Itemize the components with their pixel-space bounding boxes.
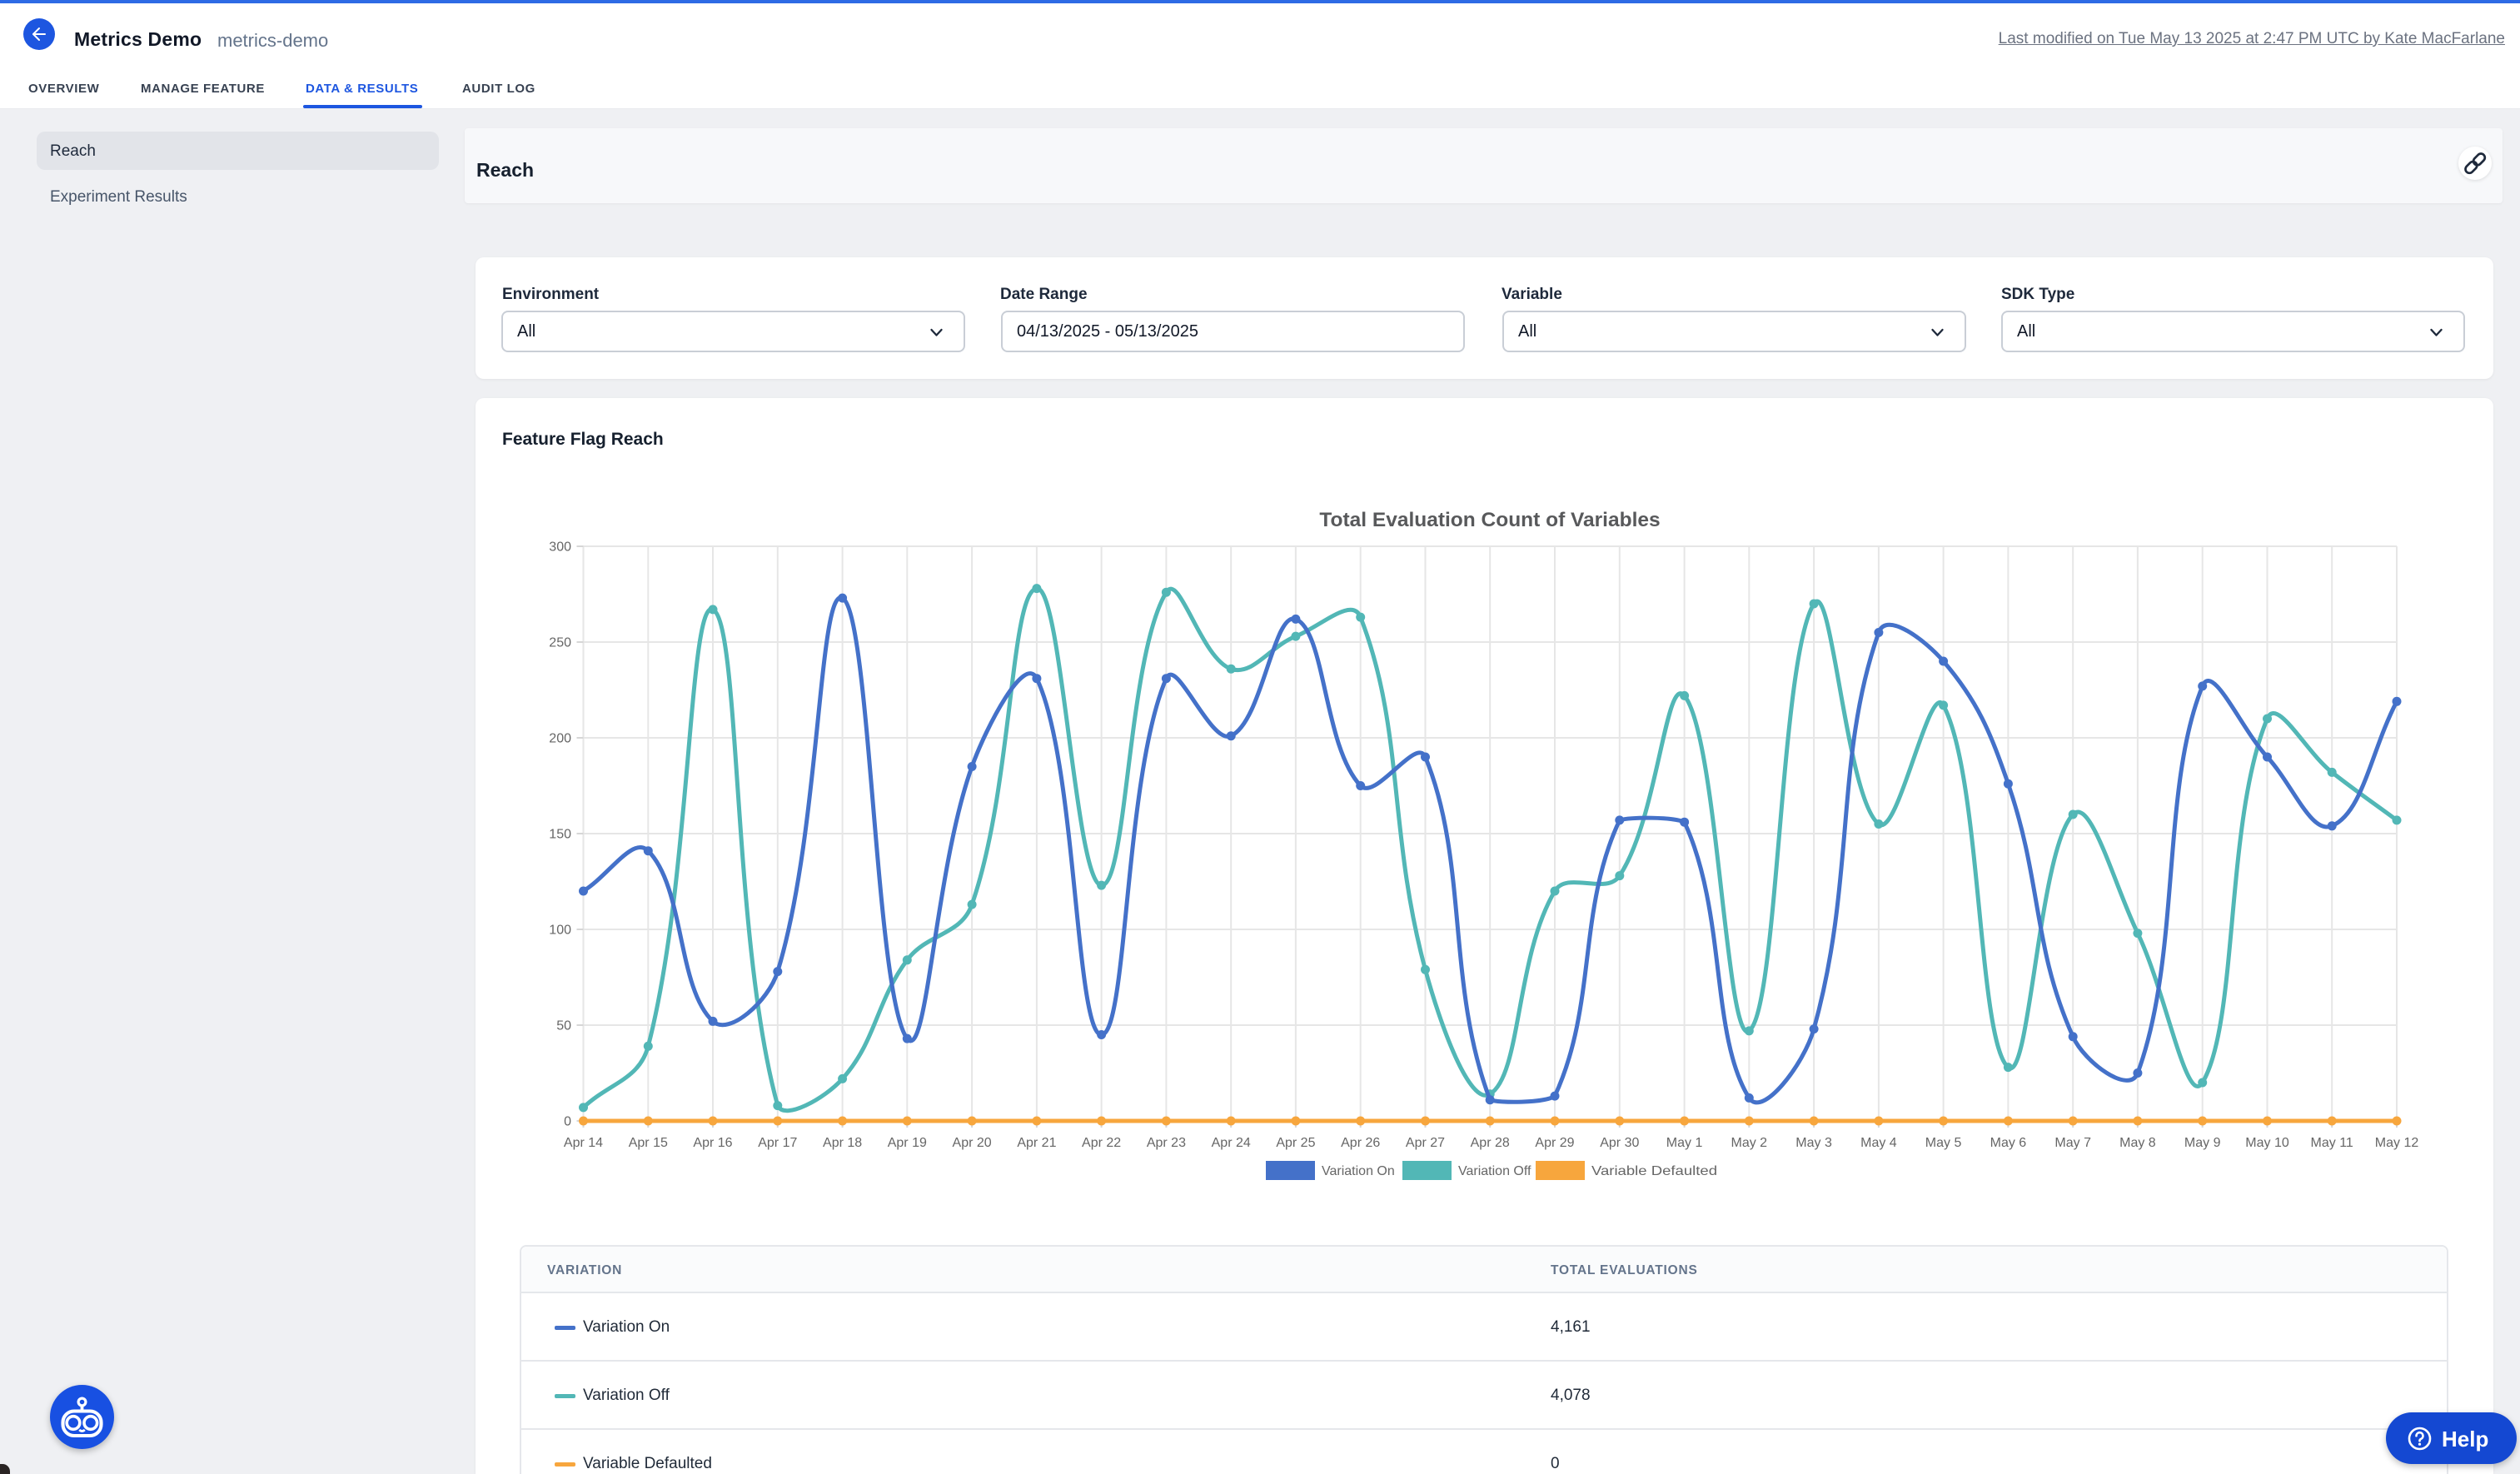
svg-text:May 4: May 4 <box>1860 1136 1897 1150</box>
svg-text:Variation Off: Variation Off <box>1458 1164 1531 1178</box>
svg-text:Apr 21: Apr 21 <box>1017 1136 1056 1150</box>
svg-text:Apr 14: Apr 14 <box>564 1136 603 1150</box>
svg-text:Apr 29: Apr 29 <box>1535 1136 1574 1150</box>
svg-text:50: 50 <box>556 1019 571 1033</box>
svg-text:Apr 17: Apr 17 <box>758 1136 797 1150</box>
svg-text:200: 200 <box>549 732 571 746</box>
svg-text:Apr 16: Apr 16 <box>693 1136 732 1150</box>
svg-text:Apr 18: Apr 18 <box>823 1136 862 1150</box>
svg-text:May 5: May 5 <box>1925 1136 1962 1150</box>
svg-text:250: 250 <box>549 636 571 650</box>
svg-text:300: 300 <box>549 540 571 555</box>
svg-text:Apr 25: Apr 25 <box>1276 1136 1315 1150</box>
svg-text:100: 100 <box>549 924 571 938</box>
svg-text:Apr 20: Apr 20 <box>953 1136 992 1150</box>
svg-text:150: 150 <box>549 828 571 842</box>
svg-text:May 8: May 8 <box>2119 1136 2156 1150</box>
svg-text:Apr 24: Apr 24 <box>1212 1136 1251 1150</box>
svg-text:0: 0 <box>564 1115 571 1129</box>
svg-text:Apr 27: Apr 27 <box>1406 1136 1445 1150</box>
svg-text:May 3: May 3 <box>1795 1136 1832 1150</box>
svg-text:May 6: May 6 <box>1990 1136 2027 1150</box>
svg-text:May 11: May 11 <box>2311 1136 2353 1150</box>
svg-text:May 1: May 1 <box>1666 1136 1703 1150</box>
svg-text:Apr 28: Apr 28 <box>1471 1136 1510 1150</box>
svg-text:Apr 23: Apr 23 <box>1147 1136 1186 1150</box>
svg-text:Apr 26: Apr 26 <box>1341 1136 1380 1150</box>
svg-text:May 12: May 12 <box>2375 1136 2419 1150</box>
svg-text:Apr 22: Apr 22 <box>1082 1136 1121 1150</box>
svg-text:May 2: May 2 <box>1731 1136 1768 1150</box>
svg-text:Apr 15: Apr 15 <box>629 1136 668 1150</box>
svg-text:Apr 30: Apr 30 <box>1600 1136 1639 1150</box>
svg-text:May 10: May 10 <box>2245 1136 2289 1150</box>
svg-text:May 7: May 7 <box>2054 1136 2091 1150</box>
svg-text:Variation On: Variation On <box>1322 1164 1395 1178</box>
svg-text:Total Evaluation Count of Vari: Total Evaluation Count of Variables <box>1319 509 1660 531</box>
svg-text:Variable Defaulted: Variable Defaulted <box>1591 1164 1717 1178</box>
svg-text:May 9: May 9 <box>2184 1136 2221 1150</box>
svg-text:Apr 19: Apr 19 <box>888 1136 927 1150</box>
